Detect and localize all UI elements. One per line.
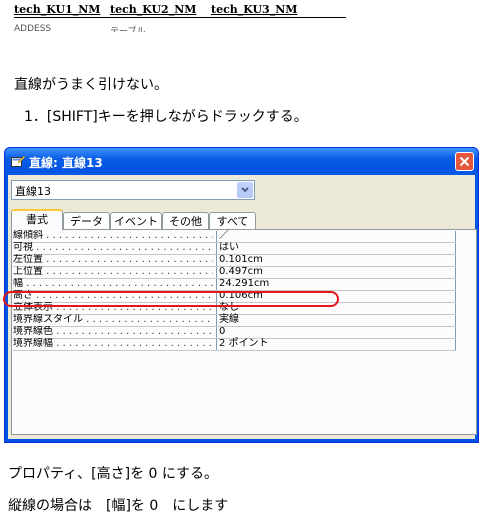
- close-button[interactable]: [455, 152, 474, 171]
- property-value: ／: [219, 230, 229, 241]
- property-label: 左位置: [13, 254, 213, 266]
- dialog-body: 直線13 書式 データ イベント その他 すべて 線傾斜 ／ 可視はい 左位置 0.…: [8, 175, 477, 439]
- property-value: 24.291cm: [219, 278, 270, 289]
- step-text: 1．[SHIFT]キーを押しながらドラックする。: [24, 109, 308, 125]
- table-cell: テーブル: [110, 27, 146, 32]
- dialog-title: 直線: 直線13: [29, 156, 103, 170]
- header-rule: [14, 17, 346, 18]
- instruction-text: プロパティ、[高さ]を 0 にする。: [8, 466, 219, 482]
- property-value: 0.497cm: [219, 266, 263, 277]
- problem-text: 直線がうまく引けない。: [14, 77, 168, 93]
- tab-format[interactable]: 書式: [11, 209, 63, 230]
- dialog-titlebar[interactable]: 直線: 直線13: [5, 148, 478, 175]
- property-value: 0.101cm: [219, 254, 263, 265]
- property-label: 境界線色: [13, 326, 213, 338]
- field-table-snippet: tech_KU1_NM tech_KU2_NM tech_KU3_NM ADDE…: [14, 0, 346, 32]
- column-header: tech_KU2_NM: [110, 3, 197, 16]
- property-label: 可視: [13, 242, 213, 254]
- property-value-cell[interactable]: 0.497cm: [216, 266, 456, 278]
- property-value-cell[interactable]: ／: [216, 230, 456, 242]
- property-label: 境界線幅: [13, 338, 213, 350]
- property-value: 2 ポイント: [219, 338, 269, 349]
- highlight-oval: [3, 291, 339, 307]
- table-cell: ADDESS: [14, 24, 52, 32]
- property-label: 線傾斜: [13, 230, 213, 242]
- property-value-cell[interactable]: 24.291cm: [216, 278, 456, 290]
- property-row[interactable]: 境界線幅 2 ポイント: [13, 338, 456, 351]
- property-value: はい: [219, 242, 239, 253]
- instruction-text: 縦線の場合は [幅]を 0 にします: [8, 498, 229, 514]
- properties-icon: [11, 155, 25, 167]
- tab-data[interactable]: データ: [63, 212, 110, 229]
- close-icon: [459, 156, 470, 167]
- tab-other[interactable]: その他: [162, 212, 209, 229]
- property-label: 境界線スタイル: [13, 314, 213, 326]
- property-value-cell[interactable]: 0: [216, 326, 456, 338]
- column-header: tech_KU3_NM: [211, 3, 298, 16]
- chevron-down-icon: [241, 187, 249, 193]
- property-label: 上位置: [13, 266, 213, 278]
- property-value-cell[interactable]: 2 ポイント: [216, 338, 456, 350]
- tab-event[interactable]: イベント: [110, 212, 162, 229]
- property-value-cell[interactable]: はい: [216, 242, 456, 254]
- dropdown-button[interactable]: [237, 182, 253, 198]
- tab-all[interactable]: すべて: [209, 212, 256, 229]
- object-selector[interactable]: 直線13: [11, 180, 255, 200]
- property-value: 実線: [219, 314, 239, 325]
- property-value: 0: [219, 326, 226, 337]
- tab-panel: 線傾斜 ／ 可視はい 左位置 0.101cm 上位置 0.497cm 幅 24.291c…: [11, 229, 477, 435]
- selected-object: 直線13: [15, 185, 51, 198]
- column-header: tech_KU1_NM: [14, 3, 101, 16]
- property-label: 幅: [13, 278, 213, 290]
- property-value-cell[interactable]: 実線: [216, 314, 456, 326]
- property-value-cell[interactable]: 0.101cm: [216, 254, 456, 266]
